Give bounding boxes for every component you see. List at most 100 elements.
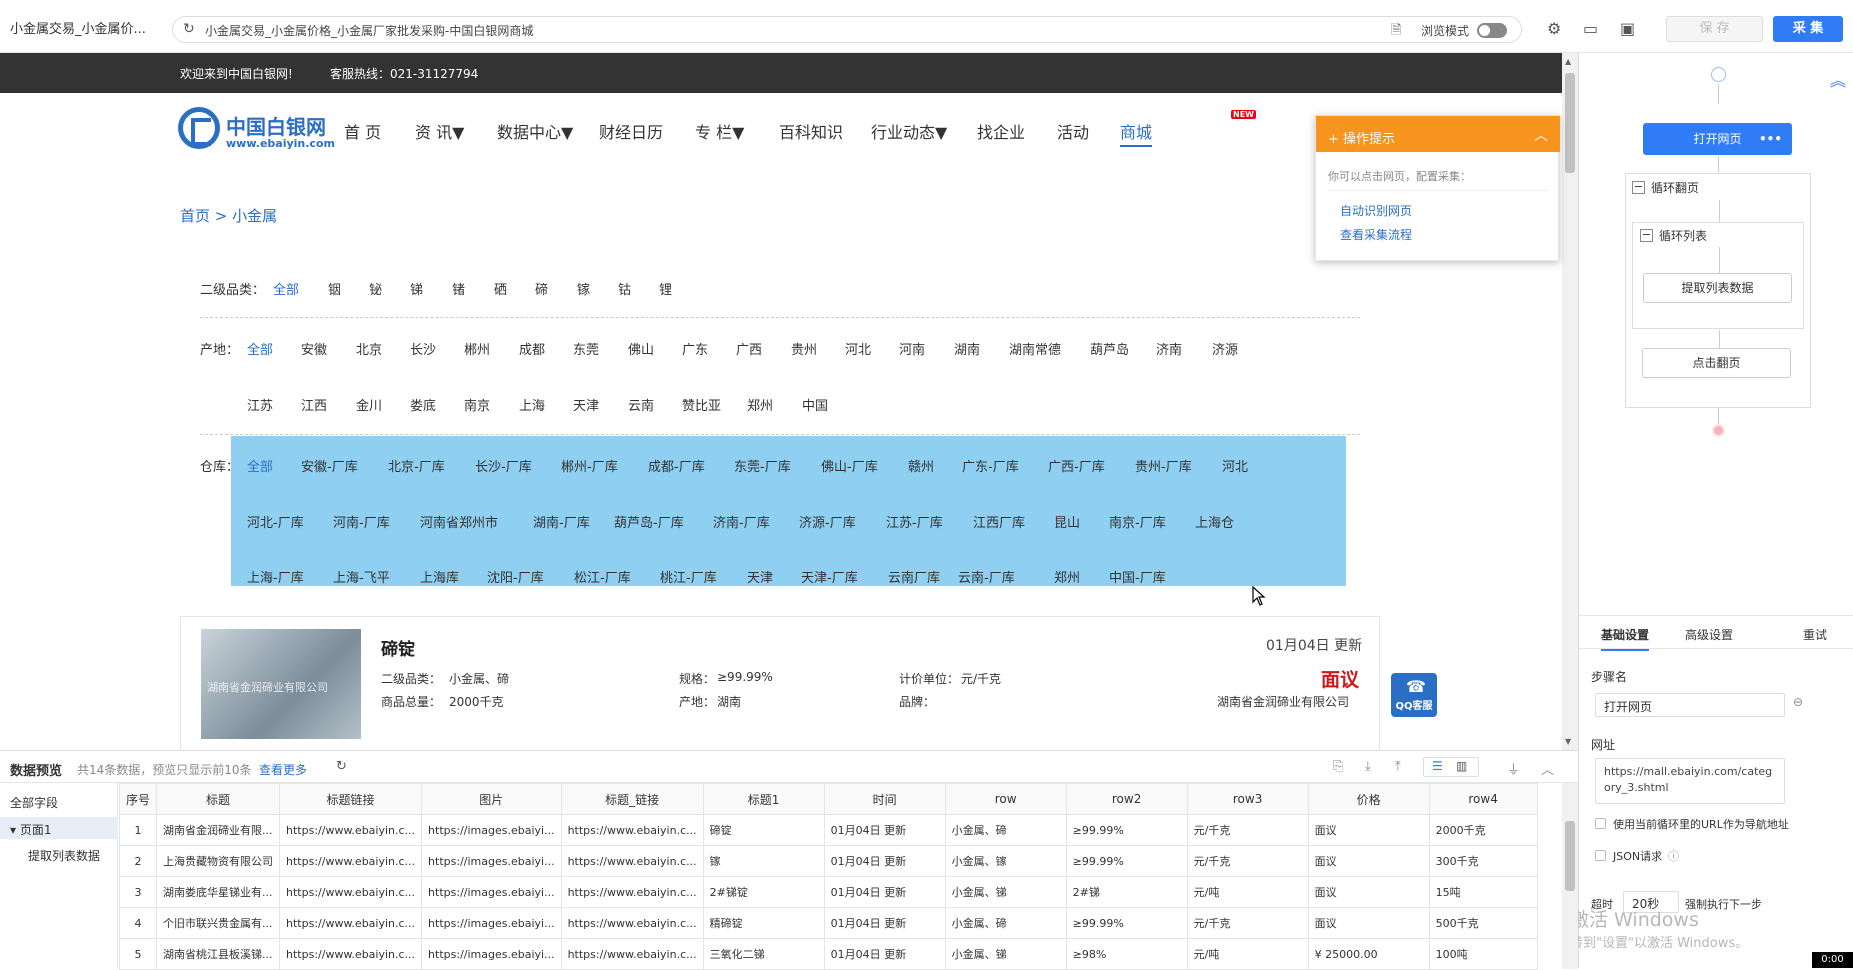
scroll-down-icon[interactable]: ▼: [1565, 737, 1571, 746]
breadcrumb[interactable]: 首页 > 小金属: [180, 205, 277, 226]
step-name-field[interactable]: 打开网页: [1595, 693, 1785, 717]
preview-scrollbar[interactable]: [1562, 783, 1578, 969]
origin-option-2[interactable]: 北京: [356, 339, 382, 358]
category-option-8[interactable]: 钴: [618, 279, 631, 298]
table-cell[interactable]: ≥99.99%: [1065, 907, 1188, 939]
more-icon[interactable]: •••: [1759, 123, 1782, 155]
warehouse-option-10[interactable]: 广西-厂库: [1048, 456, 1105, 475]
warehouse-option-c-5[interactable]: 桃江-厂库: [660, 567, 717, 586]
origin-option-b-3[interactable]: 娄底: [410, 395, 436, 414]
layout-icon[interactable]: ▭: [1583, 19, 1598, 38]
table-cell[interactable]: 2#锑: [1065, 876, 1188, 908]
origin-option-8[interactable]: 广东: [682, 339, 708, 358]
category-option-5[interactable]: 硒: [494, 279, 507, 298]
warehouse-option-c-7[interactable]: 天津-厂库: [801, 567, 858, 586]
url-field[interactable]: https://mall.ebaiyin.com/category_3.shtm…: [1595, 758, 1785, 804]
table-cell[interactable]: https://www.ebaiyin.c...: [560, 814, 704, 846]
nav-item-2[interactable]: 数据中心▼: [497, 119, 573, 143]
table-cell[interactable]: https://images.ebaiyi...: [421, 845, 562, 877]
origin-option-b-7[interactable]: 云南: [628, 395, 654, 414]
origin-option-0[interactable]: 全部: [247, 339, 273, 358]
table-cell[interactable]: 01月04日 更新: [823, 876, 946, 908]
table-cell[interactable]: 上海贵藏物资有限公司: [156, 845, 281, 877]
origin-option-b-0[interactable]: 江苏: [247, 395, 273, 414]
warehouse-option-c-9[interactable]: 云南-厂库: [958, 567, 1015, 586]
help-icon[interactable]: ⓘ: [1668, 848, 1679, 864]
warehouse-option-b-3[interactable]: 湖南-厂库: [533, 512, 590, 531]
nav-item-9[interactable]: 商城: [1120, 119, 1153, 147]
table-cell[interactable]: 01月04日 更新: [823, 907, 946, 939]
site-logo-url[interactable]: www.ebaiyin.com: [226, 137, 335, 150]
origin-option-15[interactable]: 葫芦岛: [1090, 339, 1129, 358]
warehouse-option-c-10[interactable]: 郑州: [1054, 567, 1080, 586]
extract-list-item[interactable]: 提取列表数据: [28, 847, 100, 864]
category-option-3[interactable]: 锑: [410, 279, 423, 298]
origin-option-1[interactable]: 安徽: [301, 339, 327, 358]
view-flow-link[interactable]: 查看采集流程: [1340, 226, 1412, 243]
column-header[interactable]: 图片: [421, 783, 562, 815]
warehouse-option-b-11[interactable]: 上海仓: [1195, 512, 1234, 531]
table-row[interactable]: 5 湖南省桃江县板溪锑... https://www.ebaiyin.c... htt…: [118, 938, 1538, 970]
origin-option-14[interactable]: 湖南常德: [1009, 339, 1061, 358]
all-fields-item[interactable]: 全部字段: [10, 794, 58, 811]
warehouse-option-9[interactable]: 广东-厂库: [962, 456, 1019, 475]
table-cell[interactable]: 碲锭: [702, 814, 825, 846]
loop-page-block[interactable]: − 循环翻页 − 循环列表 提取列表数据 点击翻页: [1625, 173, 1811, 408]
origin-option-7[interactable]: 佛山: [628, 339, 654, 358]
tab-retry[interactable]: 重试: [1803, 626, 1827, 643]
list-view-icon[interactable]: ☰: [1432, 759, 1443, 773]
nav-item-5[interactable]: 百科知识: [779, 119, 843, 143]
nav-item-1[interactable]: 资 讯▼: [415, 119, 464, 143]
table-cell[interactable]: https://www.ebaiyin.c...: [279, 876, 423, 908]
tip-header[interactable]: + 操作提示 ︿: [1316, 116, 1560, 152]
loop-list-block[interactable]: − 循环列表 提取列表数据: [1632, 222, 1804, 329]
warehouse-option-b-0[interactable]: 河北-厂库: [247, 512, 304, 531]
table-cell[interactable]: 湖南娄底华星锑业有...: [156, 876, 281, 908]
column-header[interactable]: 标题链接: [279, 783, 423, 815]
product-title[interactable]: 碲锭: [381, 635, 415, 660]
json-request-checkbox[interactable]: [1595, 850, 1606, 861]
collapse-loop-icon[interactable]: −: [1632, 181, 1645, 194]
table-cell[interactable]: 2000千克: [1428, 814, 1538, 846]
table-cell[interactable]: https://images.ebaiyi...: [421, 876, 562, 908]
table-cell[interactable]: 小金属、锑: [944, 938, 1067, 970]
column-header[interactable]: row2: [1065, 783, 1188, 815]
table-row[interactable]: 3 湖南娄底华星锑业有... https://www.ebaiyin.c... htt…: [118, 876, 1538, 908]
tab-basic[interactable]: 基础设置: [1601, 626, 1650, 651]
use-loop-url-checkbox[interactable]: [1595, 818, 1606, 829]
warehouse-option-c-1[interactable]: 上海-飞平: [333, 567, 390, 586]
origin-option-6[interactable]: 东莞: [573, 339, 599, 358]
warehouse-option-7[interactable]: 佛山-厂库: [821, 456, 878, 475]
table-cell[interactable]: 4: [118, 907, 158, 939]
table-cell[interactable]: 面议: [1307, 845, 1430, 877]
table-cell[interactable]: 三氧化二锑: [702, 938, 825, 970]
warehouse-option-2[interactable]: 北京-厂库: [388, 456, 445, 475]
column-header[interactable]: row: [944, 783, 1067, 815]
table-cell[interactable]: https://www.ebaiyin.c...: [560, 907, 704, 939]
origin-option-3[interactable]: 长沙: [410, 339, 436, 358]
column-header[interactable]: 时间: [823, 783, 946, 815]
table-row[interactable]: 2 上海贵藏物资有限公司 https://www.ebaiyin.c... https…: [118, 845, 1538, 877]
warehouse-option-c-8[interactable]: 云南厂库: [888, 567, 940, 586]
origin-option-b-5[interactable]: 上海: [519, 395, 545, 414]
qq-service-button[interactable]: QQ客服: [1391, 673, 1437, 717]
warehouse-option-3[interactable]: 长沙-厂库: [475, 456, 532, 475]
download-icon[interactable]: ⤓: [1365, 759, 1371, 774]
origin-option-11[interactable]: 河北: [845, 339, 871, 358]
collapse-icon[interactable]: ︿: [1534, 125, 1548, 145]
column-header[interactable]: 价格: [1307, 783, 1430, 815]
export-icon[interactable]: ⎘: [1333, 759, 1343, 774]
table-cell[interactable]: 精碲锭: [702, 907, 825, 939]
table-cell[interactable]: 15吨: [1428, 876, 1538, 908]
warehouse-option-6[interactable]: 东莞-厂库: [734, 456, 791, 475]
origin-option-10[interactable]: 贵州: [791, 339, 817, 358]
site-logo-name[interactable]: 中国白银网: [226, 111, 326, 140]
category-option-7[interactable]: 镓: [577, 279, 590, 298]
warehouse-option-b-2[interactable]: 河南省郑州市: [420, 512, 498, 531]
table-row[interactable]: 4 个旧市联兴贵金属有... https://www.ebaiyin.c... htt…: [118, 907, 1538, 939]
address-bar[interactable]: ↻ 小金属交易_小金属价格_小金属厂家批发采购-中国白银网商城 🗎 浏览模式: [172, 16, 1522, 43]
origin-option-b-4[interactable]: 南京: [464, 395, 490, 414]
category-option-9[interactable]: 锂: [659, 279, 672, 298]
table-cell[interactable]: https://www.ebaiyin.c...: [279, 814, 423, 846]
table-cell[interactable]: 01月04日 更新: [823, 938, 946, 970]
